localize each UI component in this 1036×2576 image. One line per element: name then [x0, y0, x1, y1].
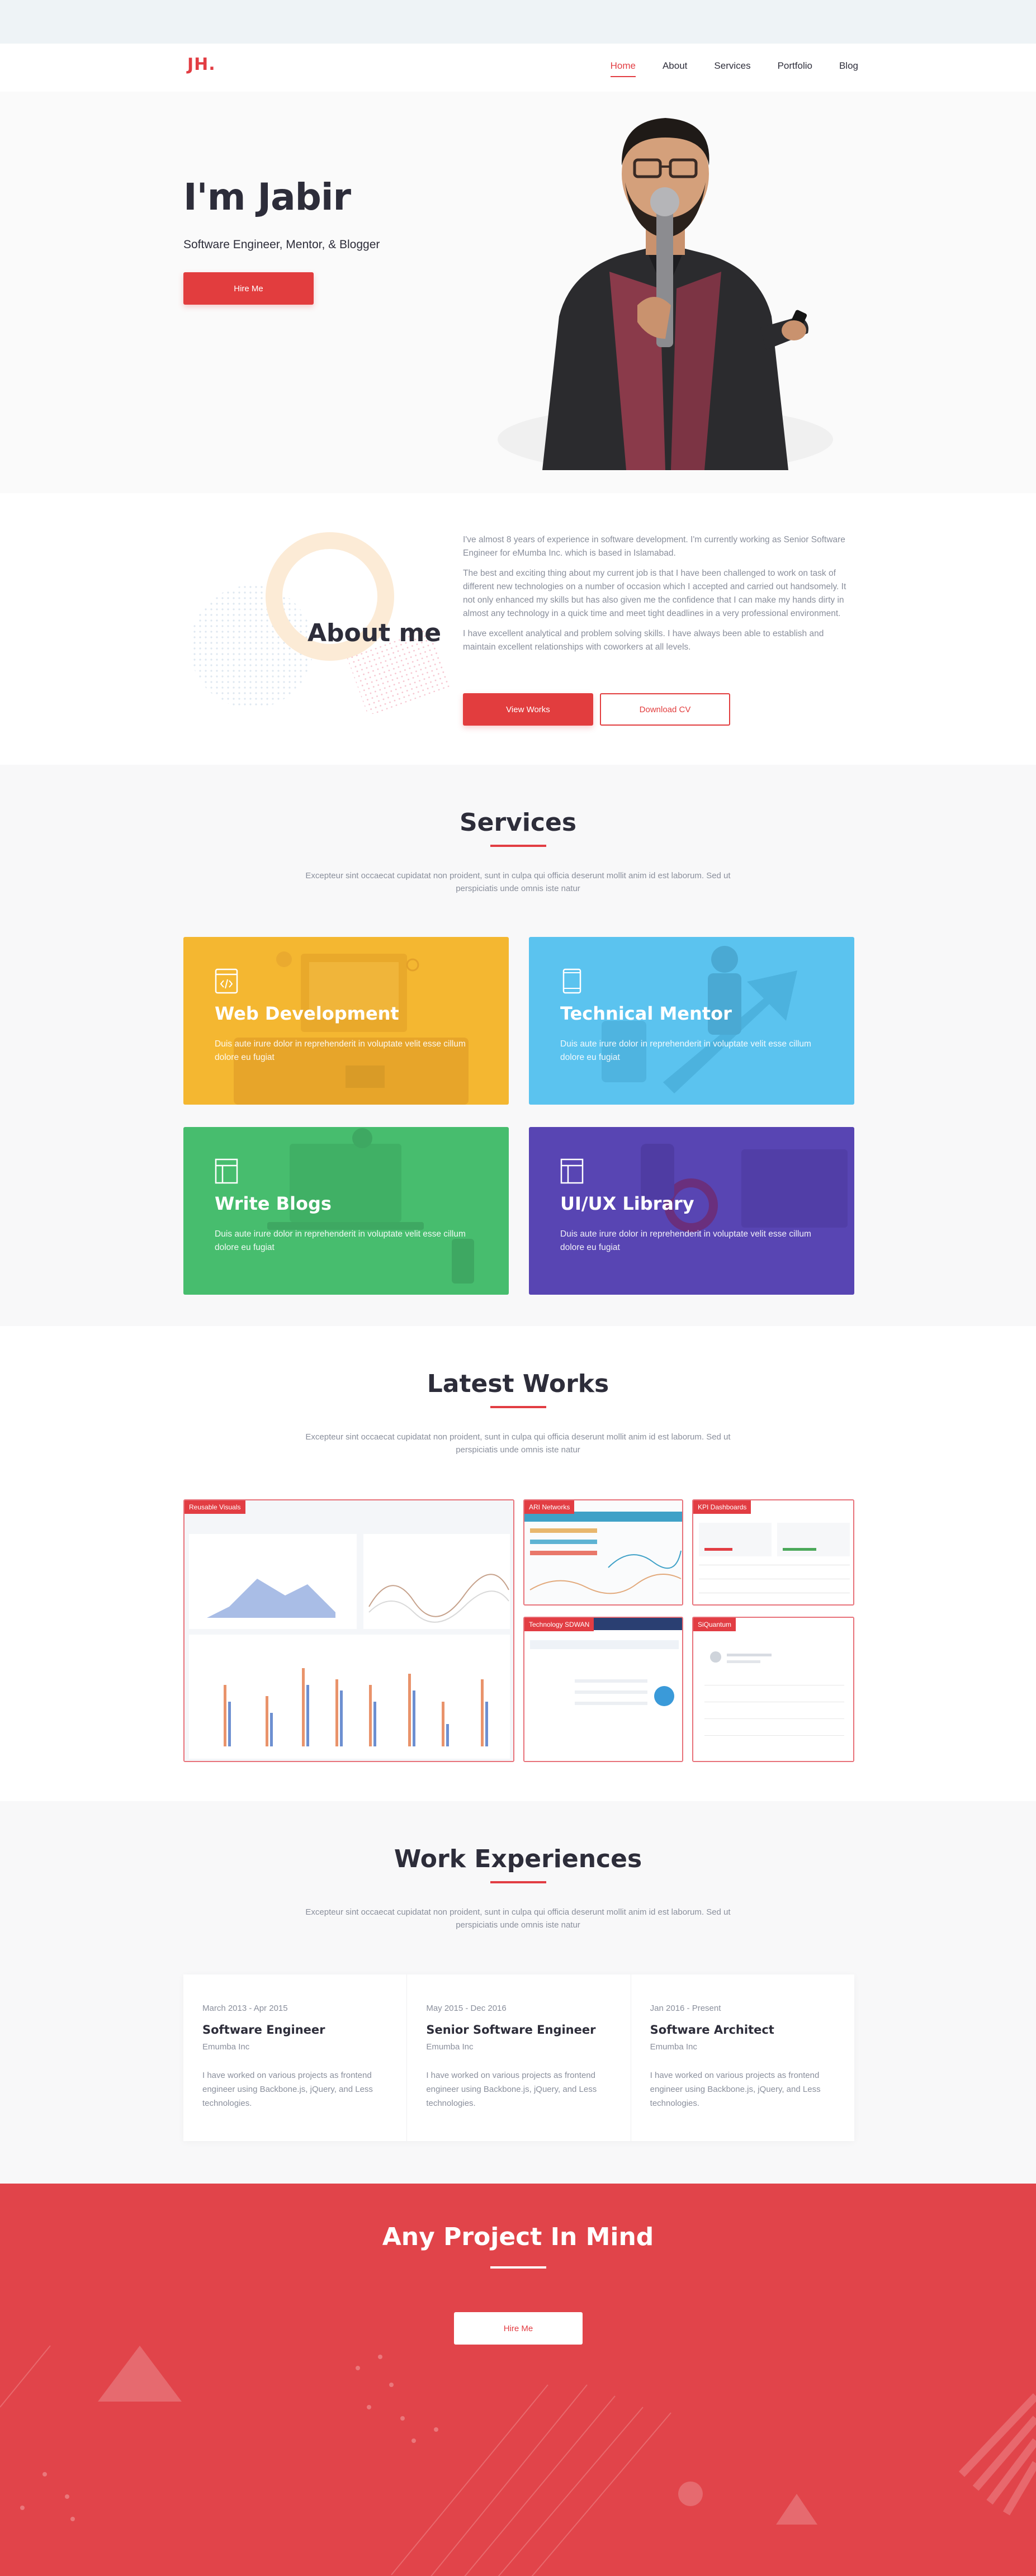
layout-icon — [215, 1158, 238, 1184]
service-card-ui-ux-library[interactable]: UI/UX Library Duis aute irure dolor in r… — [529, 1127, 854, 1295]
service-cards: Web Development Duis aute irure dolor in… — [183, 937, 854, 1295]
service-card-technical-mentor[interactable]: Technical Mentor Duis aute irure dolor i… — [529, 937, 854, 1105]
work-experiences-section: Work Experiences Excepteur sint occaecat… — [0, 1801, 1036, 2184]
service-card-text: Duis aute irure dolor in reprehenderit i… — [560, 1039, 811, 1062]
works-description: Excepteur sint occaecat cupidatat non pr… — [305, 1432, 731, 1455]
main-nav: Home About Services Portfolio Blog — [584, 60, 858, 77]
work-item-technology-sdwan[interactable]: Technology SDWAN — [523, 1617, 683, 1762]
works-title: Latest Works — [427, 1370, 609, 1398]
latest-works-section: Latest Works Excepteur sint occaecat cup… — [0, 1326, 1036, 1801]
services-section: Services Excepteur sint occaecat cupidat… — [0, 765, 1036, 1326]
work-item-label: Reusable Visuals — [185, 1500, 245, 1514]
dashboard-screenshot — [524, 1500, 682, 1604]
service-card-write-blogs[interactable]: Write Blogs Duis aute irure dolor in rep… — [183, 1127, 509, 1295]
experience-date: Jan 2016 - Present — [650, 2004, 721, 2013]
layout-icon — [560, 1158, 584, 1184]
about-paragraph: I have excellent analytical and problem … — [463, 629, 824, 652]
download-cv-button[interactable]: Download CV — [600, 693, 730, 726]
experience-description-text: I have worked on various projects as fro… — [650, 2071, 821, 2108]
dashboard-screenshot — [693, 1500, 853, 1604]
work-item-label: KPI Dashboards — [693, 1500, 751, 1514]
experience-role: Software Engineer — [202, 2023, 325, 2037]
dashboard-screenshot — [185, 1500, 513, 1761]
services-title: Services — [459, 808, 577, 837]
title-underline — [490, 1406, 546, 1408]
hero-subtitle: Software Engineer, Mentor, & Blogger — [183, 238, 380, 251]
work-item-label: ARI Networks — [524, 1500, 575, 1514]
experience-company: Emumba Inc — [650, 2042, 697, 2052]
experience-card: Jan 2016 - Present Software Architect Em… — [631, 1974, 854, 2141]
service-card-web-development[interactable]: Web Development Duis aute irure dolor in… — [183, 937, 509, 1105]
service-card-text: Duis aute irure dolor in reprehenderit i… — [215, 1229, 466, 1252]
experience-title: Work Experiences — [394, 1845, 642, 1873]
experience-date: March 2013 - Apr 2015 — [202, 2004, 288, 2013]
service-card-title: Write Blogs — [215, 1193, 332, 1214]
service-card-title: Technical Mentor — [560, 1003, 732, 1024]
navbar: JH. Home About Services Portfolio Blog — [0, 44, 1036, 92]
work-item-siquantum[interactable]: SiQuantum — [692, 1617, 854, 1762]
nav-link-portfolio[interactable]: Portfolio — [778, 60, 812, 75]
title-underline — [490, 1881, 546, 1883]
experience-card: May 2015 - Dec 2016 Senior Software Engi… — [407, 1974, 631, 2141]
view-works-button[interactable]: View Works — [463, 693, 593, 726]
about-title: About me — [308, 619, 442, 647]
experience-role: Senior Software Engineer — [426, 2023, 596, 2037]
service-card-text: Duis aute irure dolor in reprehenderit i… — [215, 1039, 466, 1062]
experience-date: May 2015 - Dec 2016 — [426, 2004, 507, 2013]
service-card-title: Web Development — [215, 1003, 399, 1024]
top-strip — [0, 0, 1036, 44]
title-underline — [490, 845, 546, 847]
experience-company: Emumba Inc — [426, 2042, 474, 2052]
work-item-kpi-dashboards[interactable]: KPI Dashboards — [692, 1499, 854, 1606]
about-paragraph: The best and exciting thing about my cur… — [463, 569, 846, 618]
service-card-title: UI/UX Library — [560, 1193, 694, 1214]
work-item-label: Technology SDWAN — [524, 1618, 594, 1631]
about-section: About me I've almost 8 years of experien… — [0, 493, 1036, 765]
nav-link-services[interactable]: Services — [714, 60, 750, 75]
experience-company: Emumba Inc — [202, 2042, 250, 2052]
experience-description: Excepteur sint occaecat cupidatat non pr… — [305, 1907, 731, 1930]
title-underline — [490, 2266, 546, 2269]
nav-link-about[interactable]: About — [663, 60, 687, 75]
work-item-label: SiQuantum — [693, 1618, 736, 1631]
experience-cards: March 2013 - Apr 2015 Software Engineer … — [183, 1974, 854, 2141]
nav-link-blog[interactable]: Blog — [839, 60, 858, 75]
experience-description-text: I have worked on various projects as fro… — [426, 2071, 597, 2108]
service-card-text: Duis aute irure dolor in reprehenderit i… — [560, 1229, 811, 1252]
browser-code-icon — [215, 968, 238, 994]
about-buttons: View Works Download CV — [463, 693, 730, 726]
experience-role: Software Architect — [650, 2023, 774, 2037]
works-gallery: Reusable Visuals ARI Networks KPI Dashbo… — [183, 1499, 854, 1762]
experience-description-text: I have worked on various projects as fro… — [202, 2071, 373, 2108]
work-item-ari-networks[interactable]: ARI Networks — [523, 1499, 683, 1606]
about-paragraph: I've almost 8 years of experience in sof… — [463, 535, 845, 558]
portrait-image — [498, 118, 833, 470]
about-text: I've almost 8 years of experience in sof… — [463, 533, 854, 661]
cta-section: Any Project In Mind Hire Me — [0, 2184, 1036, 2576]
dashboard-screenshot — [524, 1618, 682, 1761]
cta-title: Any Project In Mind — [382, 2223, 654, 2251]
logo[interactable]: JH. — [187, 55, 216, 74]
hero-title: I'm Jabir — [183, 176, 351, 219]
services-description: Excepteur sint occaecat cupidatat non pr… — [305, 871, 731, 893]
nav-link-home[interactable]: Home — [610, 60, 636, 77]
cta-hire-me-button[interactable]: Hire Me — [454, 2312, 583, 2345]
hire-me-button[interactable]: Hire Me — [183, 272, 314, 305]
hero-section: I'm Jabir Software Engineer, Mentor, & B… — [0, 92, 1036, 493]
work-item-reusable-visuals[interactable]: Reusable Visuals — [183, 1499, 514, 1762]
experience-card: March 2013 - Apr 2015 Software Engineer … — [183, 1974, 408, 2141]
dashboard-screenshot — [693, 1618, 853, 1761]
tablet-icon — [562, 968, 581, 994]
